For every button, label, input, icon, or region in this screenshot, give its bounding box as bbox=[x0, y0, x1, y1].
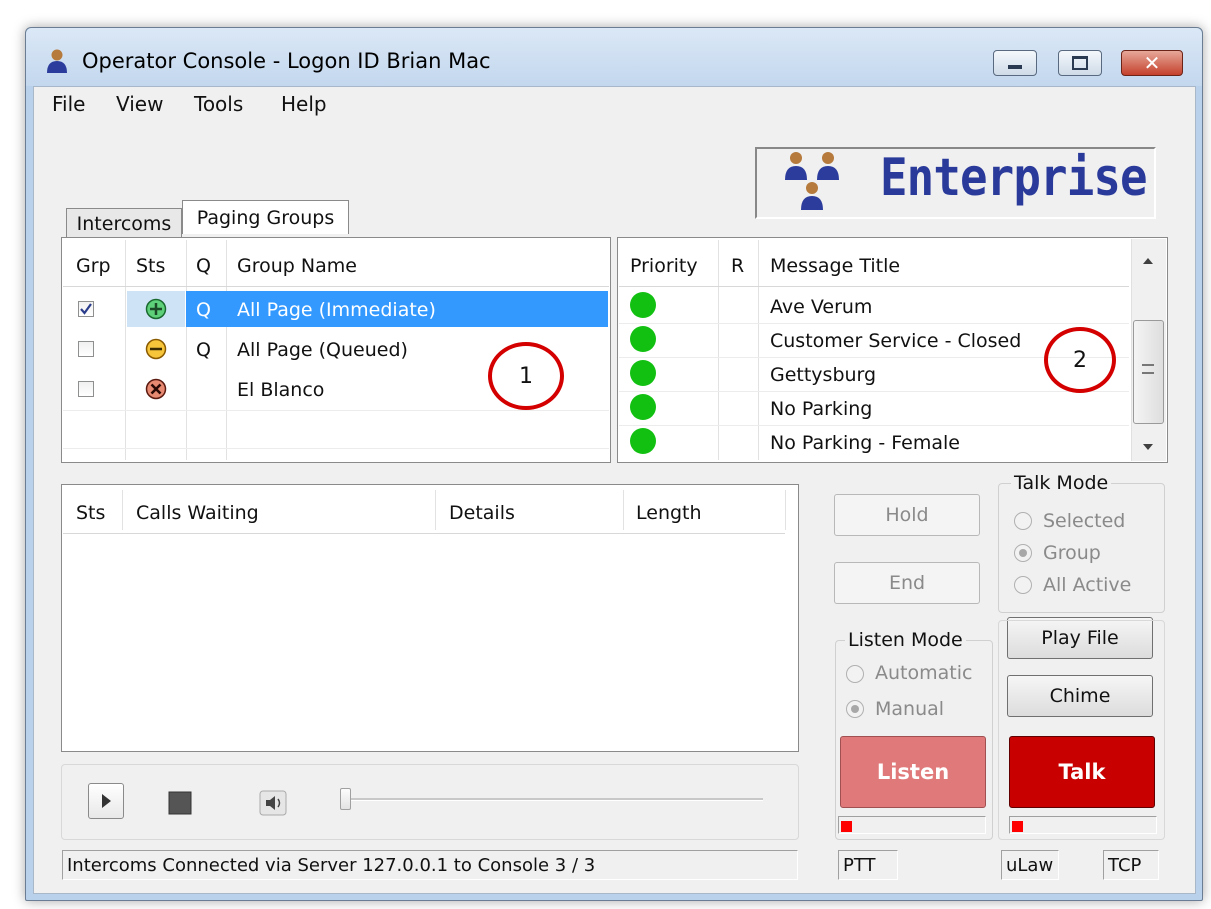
col-length[interactable]: Length bbox=[636, 502, 702, 524]
group-checkbox[interactable] bbox=[78, 381, 94, 397]
radio-automatic[interactable] bbox=[846, 665, 864, 683]
menu-file[interactable]: File bbox=[52, 92, 85, 116]
col-sts[interactable]: Sts bbox=[136, 255, 165, 277]
priority-indicator bbox=[630, 360, 656, 386]
operator-app-icon bbox=[45, 48, 69, 74]
status-minus-icon bbox=[145, 338, 167, 360]
menu-help[interactable]: Help bbox=[281, 92, 327, 116]
talk-button[interactable]: Talk bbox=[1009, 736, 1155, 808]
col-grp[interactable]: Grp bbox=[76, 255, 111, 277]
priority-indicator bbox=[630, 428, 656, 454]
radio-group-label: Group bbox=[1043, 542, 1101, 564]
seek-slider-thumb[interactable] bbox=[340, 788, 351, 810]
close-button[interactable]: ✕ bbox=[1121, 50, 1183, 76]
radio-group[interactable] bbox=[1014, 544, 1032, 562]
menu-view[interactable]: View bbox=[116, 92, 163, 116]
row-group-name: All Page (Queued) bbox=[237, 339, 408, 361]
col-message-title[interactable]: Message Title bbox=[770, 255, 900, 277]
tab-paging-groups[interactable]: Paging Groups bbox=[182, 200, 349, 234]
radio-automatic-label: Automatic bbox=[875, 662, 973, 684]
status-ptt: PTT bbox=[838, 850, 898, 880]
priority-indicator bbox=[630, 394, 656, 420]
logo-text: Enterprise bbox=[880, 148, 1148, 208]
message-title: Gettysburg bbox=[770, 364, 877, 386]
status-plus-icon bbox=[145, 298, 167, 320]
radio-manual-label: Manual bbox=[875, 698, 945, 720]
row-group-name: All Page (Immediate) bbox=[237, 299, 436, 321]
talk-mode-label: Talk Mode bbox=[1011, 472, 1112, 494]
group-checkbox[interactable] bbox=[78, 341, 94, 357]
list-item[interactable] bbox=[619, 393, 1129, 425]
minimize-button[interactable] bbox=[993, 50, 1037, 76]
col-r[interactable]: R bbox=[731, 255, 744, 277]
status-main: Intercoms Connected via Server 127.0.0.1… bbox=[62, 850, 798, 880]
col-calls-waiting[interactable]: Calls Waiting bbox=[136, 502, 259, 524]
radio-selected-label: Selected bbox=[1043, 510, 1126, 532]
col-q[interactable]: Q bbox=[196, 255, 211, 277]
maximize-button[interactable] bbox=[1058, 50, 1102, 76]
play-button[interactable] bbox=[88, 783, 124, 819]
stop-icon bbox=[168, 791, 192, 815]
volume-button[interactable] bbox=[258, 788, 288, 818]
col-priority[interactable]: Priority bbox=[630, 255, 698, 277]
window-title: Operator Console - Logon ID Brian Mac bbox=[82, 49, 491, 73]
priority-indicator bbox=[630, 292, 656, 318]
status-codec: uLaw bbox=[1001, 850, 1059, 880]
col-details[interactable]: Details bbox=[449, 502, 515, 524]
listen-level-meter bbox=[838, 816, 986, 834]
col-group-name[interactable]: Group Name bbox=[237, 255, 357, 277]
message-title: No Parking bbox=[770, 398, 873, 420]
row-group-name: El Blanco bbox=[237, 379, 325, 401]
radio-selected[interactable] bbox=[1014, 512, 1032, 530]
stop-button[interactable] bbox=[166, 789, 194, 817]
scroll-up-icon[interactable] bbox=[1141, 250, 1155, 264]
row-q: Q bbox=[196, 299, 211, 321]
listen-button[interactable]: Listen bbox=[840, 736, 986, 808]
radio-all-active-label: All Active bbox=[1043, 574, 1132, 596]
scroll-down-icon[interactable] bbox=[1141, 436, 1155, 450]
minimize-icon bbox=[1008, 65, 1022, 69]
status-transport: TCP bbox=[1103, 850, 1159, 880]
listen-mode-label: Listen Mode bbox=[845, 629, 966, 651]
col-calls-sts[interactable]: Sts bbox=[76, 502, 105, 524]
group-checkbox[interactable] bbox=[78, 301, 94, 317]
status-x-icon bbox=[145, 378, 167, 400]
row-q: Q bbox=[196, 339, 211, 361]
speaker-icon bbox=[259, 790, 287, 816]
talk-level-meter bbox=[1009, 816, 1157, 834]
priority-indicator bbox=[630, 326, 656, 352]
scroll-grip-icon bbox=[1142, 364, 1154, 374]
message-title: No Parking - Female bbox=[770, 432, 960, 454]
callout-1: 1 bbox=[488, 342, 564, 410]
callout-2: 2 bbox=[1044, 327, 1116, 393]
message-title: Ave Verum bbox=[770, 296, 873, 318]
message-title: Customer Service - Closed bbox=[770, 330, 1022, 352]
tab-intercoms[interactable]: Intercoms bbox=[66, 208, 182, 238]
maximize-icon bbox=[1072, 56, 1088, 70]
play-icon bbox=[102, 794, 111, 808]
close-icon: ✕ bbox=[1143, 51, 1161, 75]
menu-tools[interactable]: Tools bbox=[194, 92, 243, 116]
end-button[interactable]: End bbox=[834, 562, 980, 604]
calls-waiting-list bbox=[61, 484, 799, 752]
radio-manual[interactable] bbox=[846, 700, 864, 718]
people-logo-icon bbox=[784, 150, 844, 212]
seek-track[interactable] bbox=[345, 798, 763, 801]
radio-all-active[interactable] bbox=[1014, 576, 1032, 594]
list-item[interactable] bbox=[619, 291, 1129, 323]
hold-button[interactable]: Hold bbox=[834, 494, 980, 536]
